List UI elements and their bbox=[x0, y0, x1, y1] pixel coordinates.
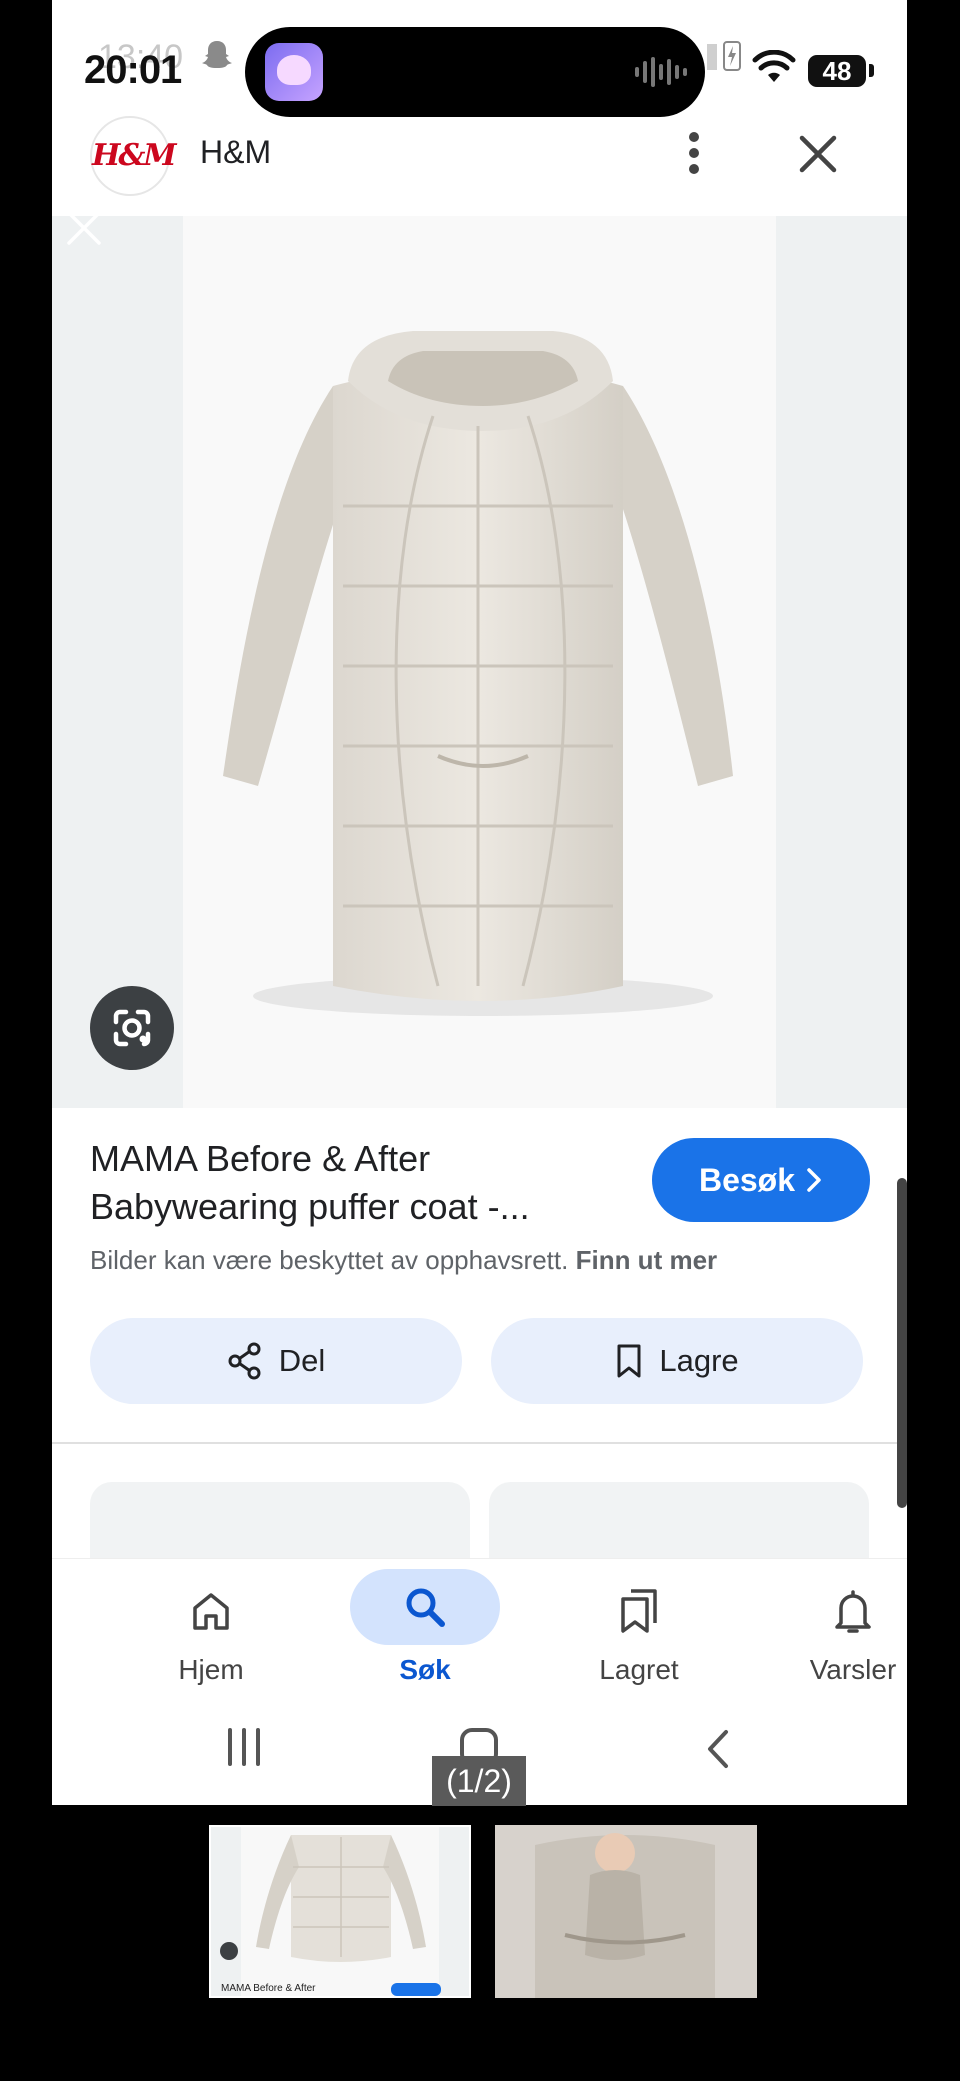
google-lens-button[interactable] bbox=[90, 986, 174, 1070]
learn-more-link[interactable]: Finn ut mer bbox=[576, 1245, 718, 1275]
save-label: Lagre bbox=[659, 1343, 739, 1378]
status-time: 20:01 bbox=[84, 48, 182, 92]
bookmarks-icon bbox=[609, 1581, 669, 1641]
nav-label-home: Hjem bbox=[178, 1654, 244, 1685]
share-button[interactable]: Del bbox=[90, 1318, 462, 1404]
page-counter: (1/2) bbox=[432, 1756, 526, 1806]
more-vert-icon[interactable] bbox=[682, 130, 706, 176]
visit-button-label: Besøk bbox=[698, 1161, 796, 1198]
battery-icon: 48 bbox=[808, 55, 866, 87]
close-icon[interactable] bbox=[798, 134, 838, 174]
bell-icon bbox=[823, 1581, 883, 1641]
nav-item-saved[interactable]: Lagret bbox=[532, 1559, 746, 1707]
site-name[interactable]: H&M bbox=[200, 134, 271, 171]
app-icon[interactable] bbox=[265, 43, 323, 101]
puffer-coat-illustration bbox=[223, 331, 733, 1016]
audio-wave-icon bbox=[635, 57, 687, 87]
nav-label-saved: Lagret bbox=[599, 1654, 679, 1685]
phone-screen: 13:40 20:01 48 H&M H&M MAMA Before & Aft… bbox=[52, 0, 907, 1805]
scrollbar[interactable] bbox=[897, 1178, 907, 1508]
nav-label-alerts: Varsler bbox=[809, 1654, 897, 1685]
share-label: Del bbox=[278, 1343, 326, 1378]
signal-icon bbox=[707, 44, 717, 70]
product-title[interactable]: MAMA Before & After Babywearing puffer c… bbox=[90, 1135, 620, 1231]
thumbnail-coat-image bbox=[211, 1827, 469, 1996]
thumbnail-2[interactable] bbox=[495, 1825, 757, 1998]
product-image[interactable] bbox=[183, 216, 776, 1108]
bookmark-icon bbox=[617, 1344, 641, 1378]
nav-label-search: Søk bbox=[399, 1654, 451, 1685]
divider bbox=[52, 1442, 907, 1444]
nav-item-search[interactable]: Søk bbox=[318, 1559, 532, 1707]
logo-text: H&M bbox=[92, 138, 177, 173]
snapchat-icon bbox=[202, 41, 232, 68]
battery-cap bbox=[869, 64, 874, 77]
visit-button[interactable]: Besøk bbox=[652, 1138, 870, 1222]
chevron-right-icon bbox=[807, 1168, 821, 1192]
thumbnail-caption: MAMA Before & After bbox=[221, 1983, 316, 1994]
site-logo[interactable]: H&M bbox=[90, 116, 177, 196]
save-button[interactable]: Lagre bbox=[491, 1318, 863, 1404]
nav-item-home[interactable]: Hjem bbox=[104, 1559, 318, 1707]
wifi-icon bbox=[752, 50, 796, 82]
thumbnail-babywearing-image bbox=[495, 1825, 757, 1998]
overlay-close-icon[interactable] bbox=[66, 210, 102, 246]
nav-item-alerts[interactable]: Varsler bbox=[746, 1559, 907, 1707]
recents-icon[interactable] bbox=[224, 1728, 264, 1766]
thumbnail-1[interactable]: MAMA Before & After bbox=[209, 1825, 471, 1998]
copyright-notice: Bilder kan være beskyttet av opphavsrett… bbox=[90, 1245, 717, 1276]
image-viewer[interactable] bbox=[52, 211, 907, 1108]
bottom-navigation: Hjem Søk Lagret Varsler bbox=[52, 1558, 907, 1707]
charging-icon bbox=[723, 41, 741, 71]
home-icon bbox=[181, 1581, 241, 1641]
lens-icon bbox=[113, 1009, 151, 1047]
dynamic-island bbox=[245, 27, 705, 117]
search-icon bbox=[350, 1569, 500, 1645]
back-icon[interactable] bbox=[704, 1728, 732, 1770]
copyright-text: Bilder kan være beskyttet av opphavsrett… bbox=[90, 1245, 569, 1275]
share-icon bbox=[228, 1342, 261, 1380]
